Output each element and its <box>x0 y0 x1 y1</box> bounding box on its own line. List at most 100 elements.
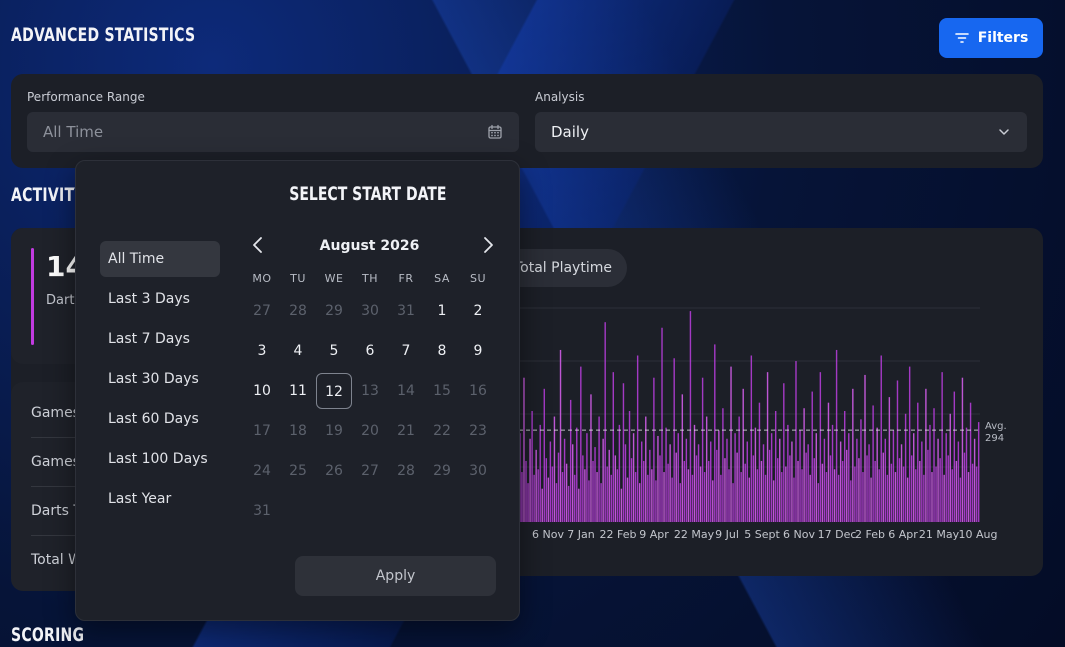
calendar-day[interactable]: 9 <box>460 333 496 369</box>
chart-bar <box>521 472 523 522</box>
chart-bar <box>645 416 647 522</box>
chart-bar <box>529 438 531 522</box>
apply-button[interactable]: Apply <box>295 556 496 596</box>
preset-option[interactable]: Last 7 Days <box>100 321 220 357</box>
chart-bar <box>756 469 759 522</box>
calendar-day[interactable]: 4 <box>280 333 316 369</box>
preset-option[interactable]: Last 100 Days <box>100 441 220 477</box>
chart-bar <box>582 455 584 522</box>
x-tick-label: 10 Aug <box>959 528 998 541</box>
chart-bar <box>610 474 612 522</box>
date-picker-title-text: SELECT START DATE <box>288 183 447 205</box>
x-tick-label: 2 Feb <box>855 528 885 541</box>
preset-option[interactable]: Last 3 Days <box>100 281 220 317</box>
chart-bar <box>791 441 793 522</box>
chart-bar <box>973 438 976 522</box>
chart-bar <box>880 355 882 522</box>
chart-bar <box>892 430 895 522</box>
chart-bar <box>628 411 631 522</box>
chart-bar <box>941 372 943 522</box>
chart-bar <box>602 438 604 522</box>
chart-bar <box>596 472 598 522</box>
calendar-day[interactable]: 6 <box>352 333 388 369</box>
chart-bar <box>730 366 732 522</box>
chart-bar <box>762 444 765 522</box>
preset-option[interactable]: Last 30 Days <box>100 361 220 397</box>
chart-bar <box>785 466 787 522</box>
controls-card: Performance Range All Time Analysis Dail… <box>11 74 1043 168</box>
chart-bar <box>701 377 704 522</box>
list-item: Games <box>31 405 80 421</box>
chart-bar <box>641 441 643 522</box>
chart-bar <box>580 366 582 522</box>
chart-bar <box>565 463 568 522</box>
calendar-day[interactable]: 8 <box>424 333 460 369</box>
chart-bar <box>900 444 903 522</box>
preset-option[interactable]: Last Year <box>100 481 220 517</box>
preset-option[interactable]: All Time <box>100 241 220 277</box>
performance-range-field[interactable]: All Time <box>27 112 519 152</box>
chart-bar <box>856 438 858 522</box>
calendar-day[interactable]: 7 <box>388 333 424 369</box>
chart-bar <box>651 469 653 522</box>
chart-bar <box>612 372 615 522</box>
chart-bar <box>604 322 606 522</box>
filters-button[interactable]: Filters <box>939 18 1043 58</box>
chevron-right-icon[interactable] <box>478 235 498 255</box>
chart-bar <box>764 474 767 522</box>
x-tick-label: 22 May <box>674 528 715 541</box>
calendar-icon[interactable] <box>487 124 503 140</box>
chart-bar <box>963 452 966 523</box>
performance-range-placeholder: All Time <box>43 123 104 141</box>
chart-bar <box>691 474 694 522</box>
chart-bar <box>600 483 602 522</box>
chart-bar <box>933 408 935 522</box>
list-item: Games <box>31 454 80 470</box>
chart-bar <box>850 480 852 523</box>
calendar-day-today[interactable]: 12 <box>316 373 352 409</box>
chart-bar <box>661 327 663 522</box>
chart-bar <box>677 433 679 522</box>
chart-bar <box>533 474 535 522</box>
chart-bar <box>844 411 846 522</box>
calendar-day: 19 <box>325 423 343 439</box>
chart-bar <box>649 449 651 522</box>
chart-bar <box>632 433 635 522</box>
chart-bar <box>553 416 556 522</box>
chart-bar <box>837 474 840 522</box>
chart-bar <box>975 466 978 522</box>
x-tick-label: 7 Jan <box>567 528 594 541</box>
chart-bar <box>787 424 789 523</box>
chevron-down-icon <box>999 129 1009 135</box>
chart-bar <box>894 472 897 522</box>
chart-bar <box>630 458 633 522</box>
x-tick-label: 9 Jul <box>715 528 739 541</box>
calendar-day[interactable]: 2 <box>460 293 496 329</box>
chart-bar <box>571 444 574 522</box>
chart-bar <box>888 397 891 523</box>
calendar-day: 28 <box>289 303 307 319</box>
chart-bar <box>703 472 706 522</box>
chart-bar <box>884 438 887 522</box>
chart-bar <box>795 361 797 522</box>
chart-bar <box>551 466 554 522</box>
chart-bar <box>817 483 820 522</box>
calendar-day[interactable]: 10 <box>244 373 280 409</box>
preset-option[interactable]: Last 60 Days <box>100 401 220 437</box>
calendar-day[interactable]: 3 <box>244 333 280 369</box>
chart-bar <box>833 469 836 522</box>
chart-bar <box>793 477 795 522</box>
calendar-day[interactable]: 5 <box>316 333 352 369</box>
calendar-day[interactable]: 1 <box>424 293 460 329</box>
analysis-select[interactable]: Daily <box>535 112 1027 152</box>
chart-bar <box>969 402 972 522</box>
chart-bar <box>683 460 686 522</box>
chart-bar <box>748 477 751 522</box>
chart-bar <box>854 466 856 522</box>
chart-bar <box>925 388 927 522</box>
calendar-day[interactable]: 11 <box>280 373 316 409</box>
chart-bar <box>527 483 529 522</box>
chart-bar <box>693 424 696 523</box>
chart-bar <box>858 458 860 522</box>
chart-bar <box>935 466 937 522</box>
